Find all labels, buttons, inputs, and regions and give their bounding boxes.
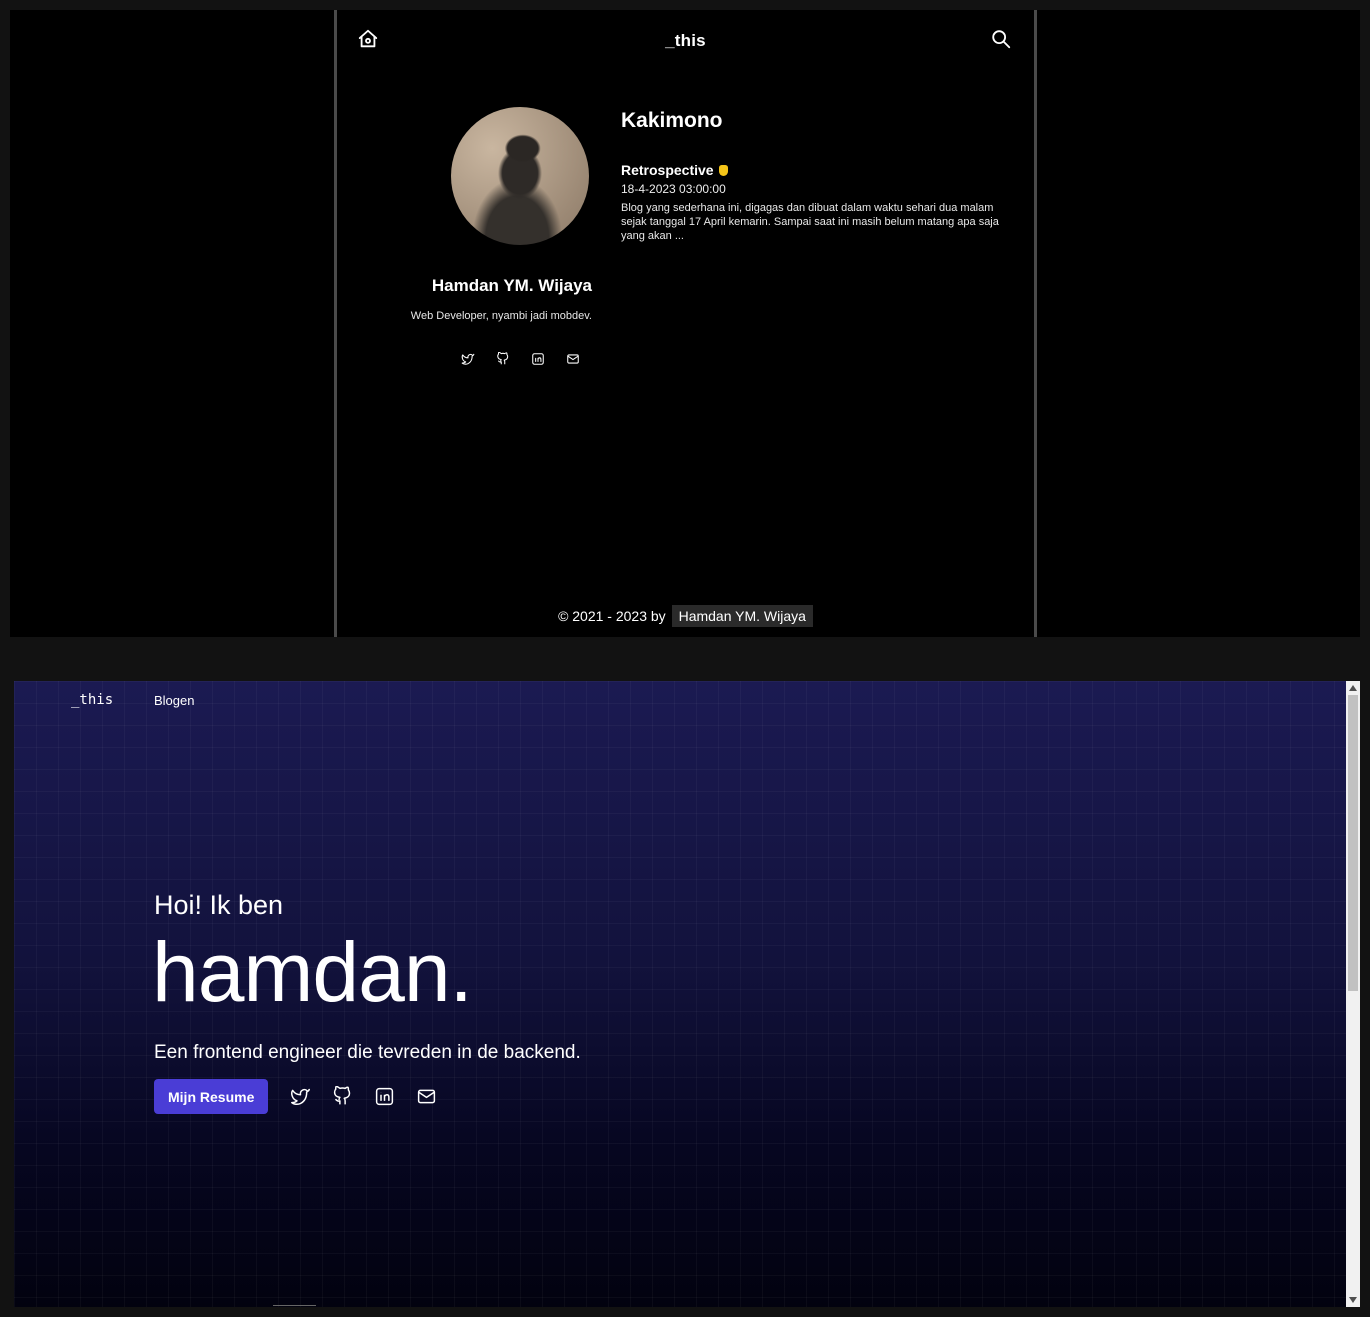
scroll-up-arrow-icon[interactable] <box>1346 681 1360 695</box>
vertical-scrollbar[interactable] <box>1346 681 1360 1307</box>
github-icon[interactable] <box>494 350 512 368</box>
site-brand[interactable]: _this <box>337 31 1034 51</box>
linkedin-icon[interactable] <box>529 350 547 368</box>
post-excerpt: Blog yang sederhana ini, digagas dan dib… <box>621 202 999 242</box>
post-date: 18-4-2023 03:00:00 <box>621 182 726 196</box>
hero-social-links <box>289 1086 437 1108</box>
twitter-icon[interactable] <box>289 1086 311 1108</box>
nav-brand[interactable]: _this <box>71 692 113 708</box>
resume-button[interactable]: Mijn Resume <box>154 1079 269 1114</box>
mail-icon[interactable] <box>415 1086 437 1108</box>
twitter-icon[interactable] <box>459 350 477 368</box>
scroll-down-arrow-icon[interactable] <box>1346 1293 1360 1307</box>
scrollbar-thumb[interactable] <box>1348 695 1358 991</box>
mail-icon[interactable] <box>564 350 582 368</box>
author-social-links <box>459 350 582 368</box>
github-icon[interactable] <box>331 1086 353 1108</box>
divider <box>273 1305 316 1306</box>
post-card[interactable]: Retrospective 18-4-2023 03:00:00 Blog ya… <box>621 162 1001 243</box>
portfolio-screenshot: _this Blogen Hoi! Ik ben hamdan. Een fro… <box>14 681 1360 1307</box>
author-role: Web Developer, nyambi jadi mobdev. <box>410 310 592 322</box>
post-title[interactable]: Retrospective <box>621 162 714 178</box>
footer-copyright: © 2021 - 2023 by <box>558 608 666 624</box>
hero-name: hamdan. <box>152 925 473 1019</box>
nav-blog-link[interactable]: Blogen <box>154 693 194 708</box>
linkedin-icon[interactable] <box>373 1086 395 1108</box>
hero-actions: Mijn Resume <box>154 1079 437 1114</box>
footer: © 2021 - 2023 by Hamdan YM. Wijaya <box>337 605 1034 627</box>
avatar <box>451 107 589 245</box>
post-badge-icon <box>718 165 728 176</box>
blog-title: Kakimono <box>621 109 723 132</box>
hero-greeting: Hoi! Ik ben <box>154 890 284 920</box>
footer-author-link[interactable]: Hamdan YM. Wijaya <box>671 605 813 627</box>
blog-column: _this Hamdan YM. Wijaya Web Developer, n… <box>334 10 1037 637</box>
author-name: Hamdan YM. Wijaya <box>431 276 592 295</box>
hero-tagline: Een frontend engineer die tevreden in de… <box>154 1042 581 1063</box>
search-icon[interactable] <box>990 28 1012 50</box>
blog-screenshot: _this Hamdan YM. Wijaya Web Developer, n… <box>10 10 1360 637</box>
